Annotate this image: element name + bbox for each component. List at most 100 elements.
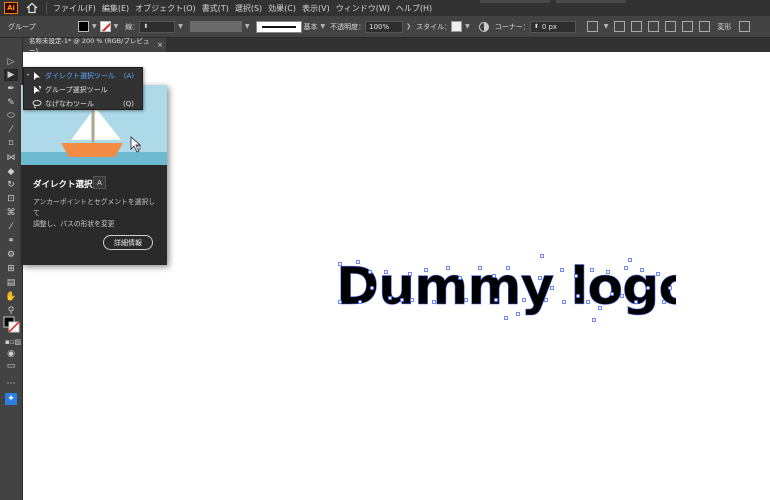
selection-tool-icon[interactable]: ▷ bbox=[5, 57, 17, 67]
menu-edit[interactable]: 編集(E) bbox=[102, 3, 129, 14]
shape-builder-tool-icon[interactable]: ⌘ bbox=[5, 208, 17, 218]
paintbrush-tool-icon[interactable]: ⁄ bbox=[5, 125, 17, 135]
anchor-point[interactable] bbox=[620, 294, 624, 298]
stroke-swatch[interactable] bbox=[99, 21, 111, 32]
anchor-point[interactable] bbox=[640, 268, 644, 272]
curvature-tool-icon[interactable]: ✎ bbox=[5, 98, 17, 108]
anchor-point[interactable] bbox=[356, 260, 360, 264]
learn-more-button[interactable]: 詳細情報 bbox=[103, 235, 153, 250]
direct-selection-tool-icon[interactable]: ▶ bbox=[4, 69, 18, 81]
eraser-tool-icon[interactable]: ◆ bbox=[5, 167, 17, 177]
anchor-point[interactable] bbox=[544, 298, 548, 302]
anchor-point[interactable] bbox=[504, 316, 508, 320]
anchor-point[interactable] bbox=[634, 300, 638, 304]
stroke-weight-field[interactable]: ⬍ bbox=[139, 20, 176, 33]
zoom-tool-icon[interactable]: ⚲ bbox=[5, 306, 17, 316]
logo-text[interactable]: Dummy logo bbox=[336, 257, 676, 318]
free-transform-tool-icon[interactable]: ⊡ bbox=[5, 194, 17, 204]
menu-window[interactable]: ウィンドウ(W) bbox=[336, 3, 390, 14]
more-tools-icon[interactable]: ⋯ bbox=[5, 379, 17, 389]
brush-definition[interactable] bbox=[255, 20, 302, 33]
anchor-point[interactable] bbox=[560, 268, 564, 272]
flyout-item-direct-selection[interactable]: • ダイレクト選択ツール (A) bbox=[24, 69, 142, 82]
contextual-taskbar-icon[interactable]: ✦ bbox=[5, 393, 17, 405]
align-right-icon[interactable] bbox=[648, 21, 660, 32]
anchor-point[interactable] bbox=[370, 286, 374, 290]
menu-help[interactable]: ヘルプ(H) bbox=[396, 3, 432, 14]
anchor-point[interactable] bbox=[562, 300, 566, 304]
anchor-point[interactable] bbox=[574, 274, 578, 278]
eyedropper-tool-icon[interactable]: ⁄ bbox=[5, 222, 17, 232]
anchor-point[interactable] bbox=[624, 266, 628, 270]
close-icon[interactable]: × bbox=[157, 41, 163, 49]
menu-effect[interactable]: 効果(C) bbox=[268, 3, 296, 14]
anchor-point[interactable] bbox=[610, 292, 614, 296]
anchor-point[interactable] bbox=[494, 298, 498, 302]
menu-file[interactable]: ファイル(F) bbox=[53, 3, 96, 14]
anchor-point[interactable] bbox=[424, 268, 428, 272]
chevron-right-icon[interactable]: ❯ bbox=[406, 23, 411, 30]
hand-tool-icon[interactable]: ✋ bbox=[5, 292, 17, 302]
chevron-down-icon[interactable]: ▼ bbox=[245, 23, 250, 30]
flyout-item-lasso[interactable]: なげなわツール (Q) bbox=[24, 97, 142, 110]
anchor-point[interactable] bbox=[598, 306, 602, 310]
anchor-point[interactable] bbox=[540, 254, 544, 258]
isolate-group-icon[interactable] bbox=[586, 21, 598, 32]
ellipse-tool-icon[interactable]: ⬭ bbox=[5, 111, 17, 121]
anchor-point[interactable] bbox=[358, 300, 362, 304]
menu-type[interactable]: 書式(T) bbox=[202, 3, 229, 14]
anchor-point[interactable] bbox=[400, 298, 404, 302]
anchor-point[interactable] bbox=[408, 272, 412, 276]
align-bottom-icon[interactable] bbox=[699, 21, 711, 32]
align-top-icon[interactable] bbox=[665, 21, 677, 32]
menu-object[interactable]: オブジェクト(O) bbox=[135, 3, 196, 14]
chevron-down-icon[interactable]: ▼ bbox=[465, 23, 470, 30]
anchor-point[interactable] bbox=[410, 298, 414, 302]
artboard-tool-icon[interactable]: ⊞ bbox=[5, 264, 17, 274]
fill-swatch[interactable] bbox=[78, 21, 89, 32]
transform-icon[interactable] bbox=[739, 21, 751, 32]
anchor-point[interactable] bbox=[662, 300, 666, 304]
screen-mode-icon[interactable]: ▭ bbox=[5, 361, 17, 371]
anchor-point[interactable] bbox=[590, 268, 594, 272]
anchor-point[interactable] bbox=[550, 286, 554, 290]
anchor-point[interactable] bbox=[432, 300, 436, 304]
anchor-point[interactable] bbox=[522, 298, 526, 302]
anchor-point[interactable] bbox=[458, 276, 462, 280]
anchor-point[interactable] bbox=[388, 296, 392, 300]
column-graph-tool-icon[interactable]: ▤ bbox=[5, 278, 17, 288]
anchor-point[interactable] bbox=[668, 286, 672, 290]
opacity-field[interactable]: 100% bbox=[365, 20, 404, 33]
rotate-tool-icon[interactable]: ↻ bbox=[5, 180, 17, 190]
anchor-point[interactable] bbox=[646, 286, 650, 290]
anchor-point[interactable] bbox=[506, 266, 510, 270]
align-left-icon[interactable] bbox=[614, 21, 626, 32]
fill-stroke-icon[interactable] bbox=[3, 316, 20, 333]
anchor-point[interactable] bbox=[478, 266, 482, 270]
shaper-tool-icon[interactable]: ⌑ bbox=[5, 139, 17, 149]
pen-tool-icon[interactable]: ✒ bbox=[5, 84, 17, 94]
anchor-point[interactable] bbox=[338, 262, 342, 266]
anchor-point[interactable] bbox=[516, 312, 520, 316]
anchor-point[interactable] bbox=[586, 300, 590, 304]
draw-mode-icon[interactable]: ◉ bbox=[5, 349, 17, 359]
anchor-point[interactable] bbox=[656, 272, 660, 276]
anchor-point[interactable] bbox=[492, 274, 496, 278]
stepper-icon[interactable]: ⬍ bbox=[534, 23, 539, 30]
anchor-point[interactable] bbox=[368, 270, 372, 274]
anchor-point[interactable] bbox=[576, 294, 580, 298]
menu-select[interactable]: 選択(S) bbox=[235, 3, 262, 14]
flyout-item-group-selection[interactable]: グループ選択ツール bbox=[24, 83, 142, 96]
width-tool-icon[interactable]: ⋈ bbox=[5, 153, 17, 163]
home-icon[interactable] bbox=[26, 2, 38, 14]
chevron-down-icon[interactable]: ▼ bbox=[92, 23, 97, 30]
anchor-point[interactable] bbox=[628, 258, 632, 262]
corner-field[interactable]: ⬍ 0 px bbox=[529, 20, 576, 33]
anchor-point[interactable] bbox=[338, 300, 342, 304]
align-middle-icon[interactable] bbox=[682, 21, 694, 32]
blend-tool-icon[interactable]: ⚭ bbox=[5, 236, 17, 246]
align-center-icon[interactable] bbox=[631, 21, 643, 32]
chevron-down-icon[interactable]: ▼ bbox=[178, 23, 183, 30]
anchor-point[interactable] bbox=[606, 270, 610, 274]
recolor-artwork-icon[interactable] bbox=[478, 21, 490, 33]
